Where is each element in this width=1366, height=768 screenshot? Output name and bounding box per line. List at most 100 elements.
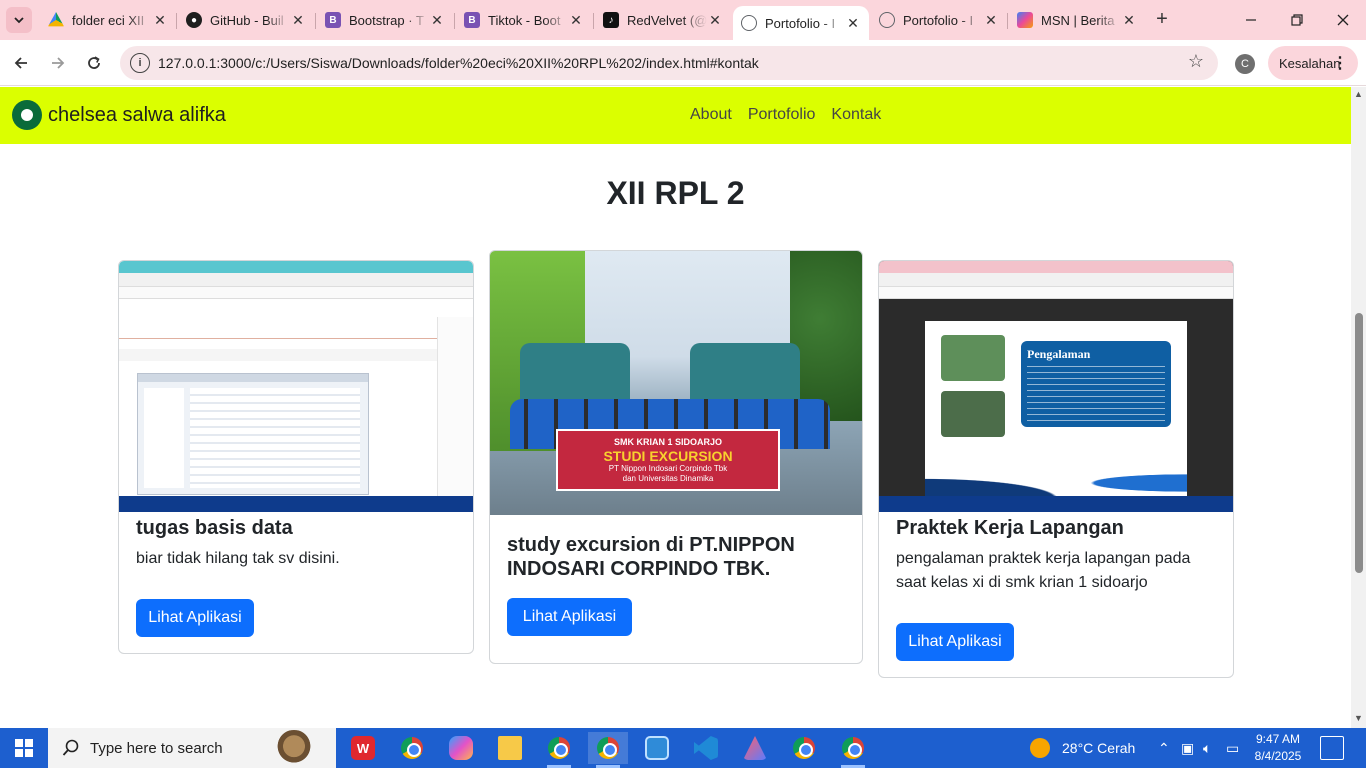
file-explorer-app[interactable] xyxy=(490,732,530,764)
start-button[interactable] xyxy=(0,728,48,768)
screenshot-tabbar xyxy=(119,273,473,287)
more-vert-icon[interactable]: ⋮ xyxy=(1332,53,1348,73)
portfolio-card-study-excursion: SMK KRIAN 1 SIDOARJO STUDI EXCURSION PT … xyxy=(489,250,863,664)
error-status-button[interactable]: Kesalahan ⋮ xyxy=(1268,46,1358,80)
taskbar-clock[interactable]: 9:47 AM 8/4/2025 xyxy=(1246,731,1310,765)
weather-widget[interactable]: 28°C Cerah xyxy=(1030,728,1135,768)
profile-avatar[interactable]: C xyxy=(1235,54,1255,74)
google-drive-icon xyxy=(48,12,64,27)
virtual-machine-app[interactable] xyxy=(637,732,677,764)
page-scrollbar[interactable]: ▲ ▼ xyxy=(1351,87,1366,728)
tab-redvelvet[interactable]: ♪ RedVelvet (@ ✕ xyxy=(595,6,731,34)
browser-tab-strip: folder eci XII ✕ ● GitHub - Buil ✕ B Boo… xyxy=(0,0,1366,40)
tray-volume[interactable]: 🔈︎ xyxy=(1203,728,1211,768)
minimize-button[interactable] xyxy=(1228,0,1274,40)
close-window-button[interactable] xyxy=(1320,0,1366,40)
chrome-profile-app[interactable] xyxy=(539,732,579,768)
close-icon[interactable]: ✕ xyxy=(845,15,861,32)
restore-button[interactable] xyxy=(1274,0,1320,40)
tray-chevron[interactable]: ⌃ xyxy=(1158,728,1170,768)
tab-portofolio[interactable]: Portofolio - I ✕ xyxy=(871,6,1007,34)
page-viewport: chelsea salwa alifka About Portofolio Ko… xyxy=(0,87,1351,728)
camera-icon: ▣ xyxy=(1181,739,1195,756)
slide-paragraph xyxy=(1027,366,1165,422)
lihat-aplikasi-button[interactable]: Lihat Aplikasi xyxy=(896,623,1014,661)
copilot-icon xyxy=(449,736,473,760)
tab-github[interactable]: ● GitHub - Buil ✕ xyxy=(178,6,314,34)
slide-photo-top xyxy=(941,335,1005,381)
bootstrap-icon: B xyxy=(464,12,480,28)
vscode-app[interactable] xyxy=(686,732,726,764)
screenshot-titlebar xyxy=(119,261,473,273)
screenshot-titlebar xyxy=(879,261,1233,273)
lihat-aplikasi-button[interactable]: Lihat Aplikasi xyxy=(507,598,632,636)
github-icon: ● xyxy=(186,12,202,28)
copilot-app[interactable] xyxy=(441,732,481,764)
close-icon[interactable]: ✕ xyxy=(429,12,445,29)
bookmark-star-icon[interactable]: ☆ xyxy=(1188,51,1204,72)
windows-logo-icon xyxy=(15,739,33,757)
tab-title: Tiktok - Boot xyxy=(488,12,561,28)
slide-text-box: Pengalaman xyxy=(1021,341,1171,427)
tab-search-button[interactable] xyxy=(6,7,32,33)
nav-link-about[interactable]: About xyxy=(690,106,732,124)
close-icon[interactable]: ✕ xyxy=(983,12,999,29)
chrome-app[interactable] xyxy=(392,732,432,764)
chrome-app-3[interactable] xyxy=(833,732,873,768)
browser-toolbar: i 127.0.0.1:3000/c:/Users/Siswa/Download… xyxy=(0,40,1366,86)
tab-folder-eci[interactable]: folder eci XII ✕ xyxy=(40,6,176,34)
screenshot-embedded-header xyxy=(138,374,368,382)
site-info-icon[interactable]: i xyxy=(130,53,150,73)
screenshot-pdf-slide: Pengalaman xyxy=(925,321,1187,499)
close-icon[interactable]: ✕ xyxy=(152,12,168,29)
tab-title: MSN | Berita xyxy=(1041,12,1115,28)
close-icon[interactable]: ✕ xyxy=(707,12,723,29)
close-icon[interactable]: ✕ xyxy=(1121,12,1137,29)
tab-msn[interactable]: MSN | Berita ✕ xyxy=(1009,6,1145,34)
msn-icon xyxy=(1017,12,1033,28)
tab-divider xyxy=(315,13,316,29)
taskbar-search[interactable]: Type here to search xyxy=(48,728,336,768)
tab-tiktok-bootstrap[interactable]: B Tiktok - Boot ✕ xyxy=(456,6,592,34)
chrome-icon xyxy=(842,737,864,759)
tab-portofolio-active[interactable]: Portofolio - I ✕ xyxy=(733,6,869,40)
scroll-up-icon[interactable]: ▲ xyxy=(1354,89,1363,99)
address-bar[interactable]: i 127.0.0.1:3000/c:/Users/Siswa/Download… xyxy=(120,46,1218,80)
site-navbar: chelsea salwa alifka About Portofolio Ko… xyxy=(0,87,1351,144)
bootstrap-icon: B xyxy=(325,12,341,28)
chrome-app-2[interactable] xyxy=(784,732,824,764)
tray-network[interactable]: ▭ xyxy=(1226,728,1239,768)
window-app-icon xyxy=(645,736,669,760)
wps-office-app[interactable]: W xyxy=(343,732,383,764)
screenshot-urlbar xyxy=(879,287,1233,299)
forward-button[interactable] xyxy=(45,50,71,76)
tray-meet[interactable]: ▣ xyxy=(1181,728,1194,768)
card-title: tugas basis data xyxy=(136,517,293,539)
new-tab-button[interactable]: + xyxy=(1150,8,1174,32)
address-url[interactable]: 127.0.0.1:3000/c:/Users/Siswa/Downloads/… xyxy=(158,55,759,71)
notification-center-icon[interactable] xyxy=(1320,736,1344,760)
screenshot-editor-toolbar xyxy=(119,349,437,361)
back-button[interactable] xyxy=(8,50,34,76)
screenshot-embedded-sidebar xyxy=(144,388,184,488)
tab-divider xyxy=(593,13,594,29)
slide-decoration xyxy=(925,459,1187,499)
scrollbar-thumb[interactable] xyxy=(1355,313,1363,573)
chrome-icon xyxy=(793,737,815,759)
close-icon[interactable]: ✕ xyxy=(568,12,584,29)
nav-link-kontak[interactable]: Kontak xyxy=(831,106,881,124)
lihat-aplikasi-button[interactable]: Lihat Aplikasi xyxy=(136,599,254,637)
nav-link-portofolio[interactable]: Portofolio xyxy=(748,106,816,124)
tab-title: Portofolio - I xyxy=(765,15,836,31)
paint-app[interactable] xyxy=(735,732,775,764)
reload-button[interactable] xyxy=(81,50,107,76)
chrome-profile-app-active[interactable] xyxy=(588,732,628,768)
tab-divider xyxy=(176,13,177,29)
close-icon[interactable]: ✕ xyxy=(290,12,306,29)
tab-title: RedVelvet (@ xyxy=(627,12,707,28)
site-brand[interactable]: chelsea salwa alifka xyxy=(12,100,226,130)
scroll-down-icon[interactable]: ▼ xyxy=(1354,713,1363,723)
photo-banner: SMK KRIAN 1 SIDOARJO STUDI EXCURSION PT … xyxy=(556,429,780,491)
card-title: study excursion di PT.NIPPON INDOSARI CO… xyxy=(507,534,795,580)
tab-bootstrap[interactable]: B Bootstrap · T ✕ xyxy=(317,6,453,34)
